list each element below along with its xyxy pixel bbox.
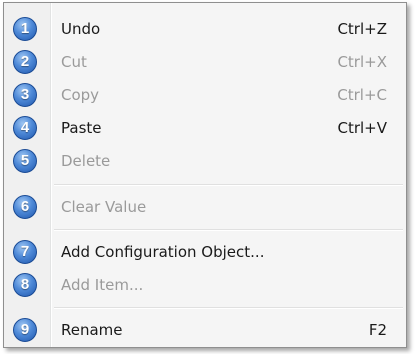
menu-item-shortcut: Ctrl+Z: [337, 20, 387, 38]
menu-item-label: Clear Value: [61, 198, 147, 216]
menu-item-paste[interactable]: 4 Paste Ctrl+V: [4, 112, 406, 144]
menu-item-delete: 5 Delete: [4, 145, 406, 177]
menu-item-label: Paste: [61, 119, 102, 137]
step-8-badge-icon: 8: [13, 273, 37, 297]
menu-item-label: Add Item...: [61, 276, 144, 294]
menu-item-label: Copy: [61, 86, 100, 104]
menu-item-cut: 2 Cut Ctrl+X: [4, 46, 406, 78]
menu-item-add-item: 8 Add Item...: [4, 269, 406, 301]
step-2-badge-icon: 2: [13, 50, 37, 74]
menu-item-label: Rename: [61, 321, 123, 339]
menu-separator: [54, 229, 403, 231]
menu-item-label: Delete: [61, 152, 111, 170]
menu-item-undo[interactable]: 1 Undo Ctrl+Z: [4, 13, 406, 45]
step-5-badge-icon: 5: [13, 149, 37, 173]
menu-item-label: Cut: [61, 53, 87, 71]
step-4-badge-icon: 4: [13, 116, 37, 140]
menu-item-shortcut: F2: [368, 321, 387, 339]
menu-item-add-configuration-object[interactable]: 7 Add Configuration Object...: [4, 236, 406, 268]
menu-separator: [54, 184, 403, 186]
context-menu: 1 Undo Ctrl+Z 2 Cut Ctrl+X 3 Copy Ctrl+C…: [3, 2, 407, 348]
menu-item-label: Undo: [61, 20, 101, 38]
step-7-badge-icon: 7: [13, 240, 37, 264]
step-1-badge-icon: 1: [13, 17, 37, 41]
menu-item-shortcut: Ctrl+V: [337, 119, 387, 137]
menu-item-clear-value: 6 Clear Value: [4, 191, 406, 223]
step-6-badge-icon: 6: [13, 195, 37, 219]
menu-item-shortcut: Ctrl+C: [337, 86, 387, 104]
menu-separator: [54, 307, 403, 309]
menu-item-rename[interactable]: 9 Rename F2: [4, 314, 406, 346]
step-3-badge-icon: 3: [13, 83, 37, 107]
menu-item-shortcut: Ctrl+X: [337, 53, 387, 71]
step-9-badge-icon: 9: [13, 318, 37, 342]
menu-item-copy: 3 Copy Ctrl+C: [4, 79, 406, 111]
menu-item-label: Add Configuration Object...: [61, 243, 265, 261]
